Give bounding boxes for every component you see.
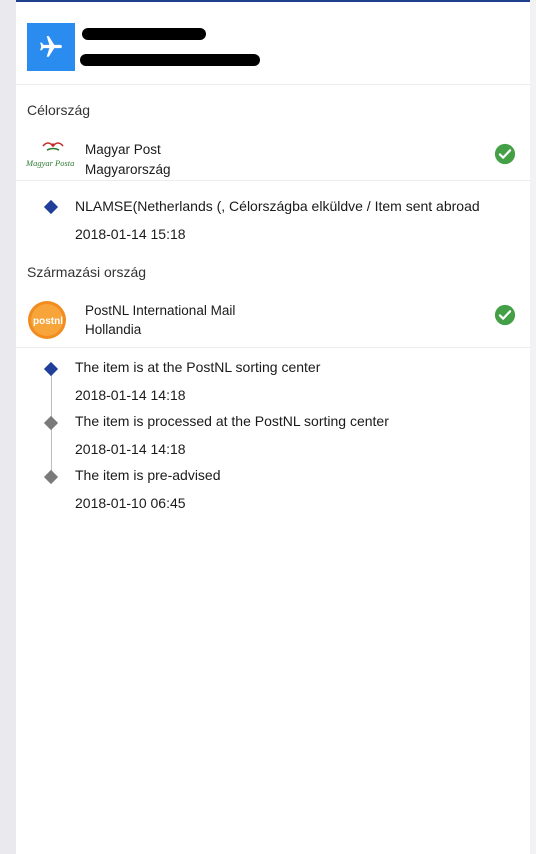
check-circle-icon [494, 304, 516, 326]
event-timestamp: 2018-01-14 14:18 [75, 441, 186, 457]
destination-carrier-row[interactable]: Magyar Posta Magyar Post Magyarország [16, 130, 530, 181]
origin-carrier-row[interactable]: postnl PostNL International Mail Holland… [16, 297, 530, 348]
event-description: The item is at the PostNL sorting center [75, 359, 321, 375]
destination-section-label: Célország [27, 102, 91, 118]
event-marker [43, 469, 59, 485]
redacted-subtitle [80, 54, 260, 66]
destination-carrier-country: Magyarország [85, 162, 171, 177]
airplane-icon [40, 36, 62, 57]
svg-text:postnl: postnl [33, 316, 63, 327]
event-marker [43, 199, 59, 215]
origin-section-label: Származási ország [27, 264, 147, 280]
event-timestamp: 2018-01-10 06:45 [75, 495, 186, 511]
destination-carrier-name: Magyar Post [85, 142, 161, 157]
scroll-edge [530, 0, 536, 854]
event-timestamp: 2018-01-14 14:18 [75, 387, 186, 403]
magyar-posta-logo: Magyar Posta [25, 136, 75, 174]
event-marker [43, 415, 59, 431]
postnl-logo: postnl [25, 301, 75, 341]
package-header [16, 2, 530, 85]
svg-text:Magyar Posta: Magyar Posta [25, 158, 74, 168]
event-timestamp: 2018-01-14 15:18 [75, 226, 186, 242]
event-description: NLAMSE(Netherlands (, Célországba elküld… [75, 198, 480, 214]
check-circle-icon [494, 143, 516, 165]
tracking-panel: Célország Magyar Posta Magyar Post Magya… [16, 0, 530, 854]
origin-carrier-country: Hollandia [85, 322, 142, 337]
event-description: The item is pre-advised [75, 467, 221, 483]
app-tile [27, 23, 75, 71]
event-marker [43, 361, 59, 377]
redacted-tracking-number [82, 28, 206, 40]
origin-carrier-name: PostNL International Mail [85, 303, 236, 318]
event-description: The item is processed at the PostNL sort… [75, 413, 389, 429]
